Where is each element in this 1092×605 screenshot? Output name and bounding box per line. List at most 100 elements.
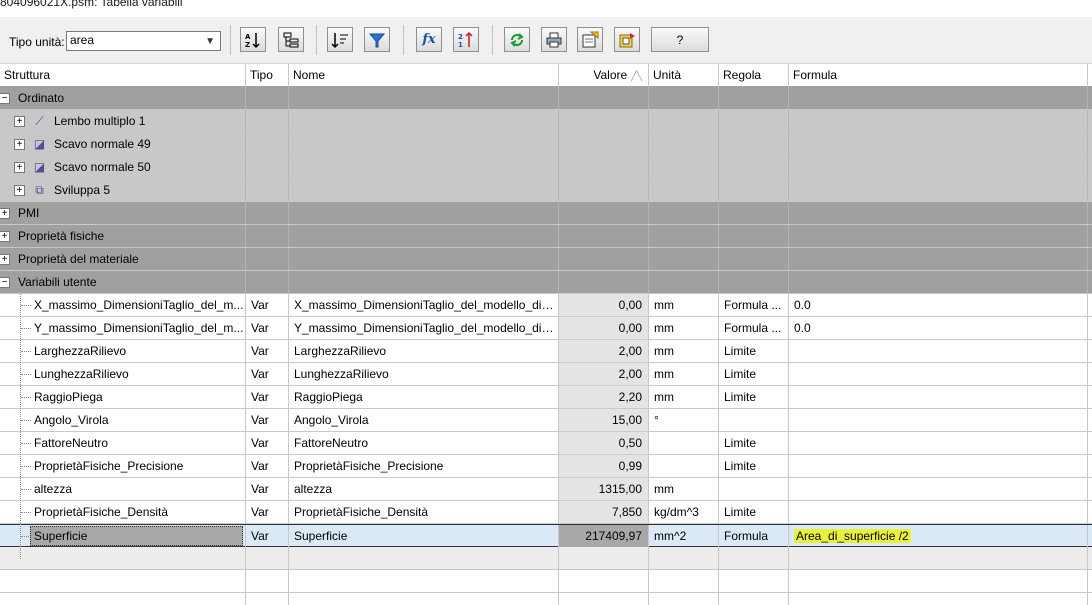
variable-row[interactable]: ProprietàFisiche_Precisione Var ProprietàF… <box>0 455 1092 478</box>
cell-valore[interactable]: 2,00 <box>559 340 649 362</box>
cell-formula[interactable]: 0.0 <box>789 294 1088 316</box>
cell-valore[interactable]: 0,99 <box>559 455 649 477</box>
variable-row[interactable]: X_massimo_DimensioniTaglio_del_m... Var X_… <box>0 294 1092 317</box>
variable-row[interactable]: altezza Var altezza 1315,00 mm <box>0 478 1092 501</box>
variable-row-selected[interactable]: Superficie Var Superficie 217409,97 mm^2 Form… <box>0 524 1092 547</box>
sort-order-button[interactable] <box>327 27 353 52</box>
cell-formula[interactable] <box>789 501 1088 523</box>
cell-unita[interactable]: mm^2 <box>649 525 719 547</box>
cell-regola[interactable]: Formula <box>719 525 789 547</box>
cell-nome[interactable]: altezza <box>289 478 559 500</box>
expand-icon[interactable]: + <box>14 139 25 150</box>
cell-formula[interactable] <box>789 432 1088 454</box>
cell-valore[interactable]: 1315,00 <box>559 478 649 500</box>
filter-button[interactable] <box>364 27 390 52</box>
column-header-regola[interactable]: Regola <box>719 64 789 87</box>
cell-unita[interactable]: ° <box>649 409 719 431</box>
variable-row[interactable]: ProprietàFisiche_Densità Var ProprietàFisi… <box>0 501 1092 524</box>
variable-row[interactable]: Y_massimo_DimensioniTaglio_del_m... Var Y_… <box>0 317 1092 340</box>
cell-unita[interactable] <box>649 455 719 477</box>
empty-row[interactable] <box>0 547 1092 570</box>
cell-regola[interactable]: Formula ... <box>719 317 789 339</box>
variable-row[interactable]: Angolo_Virola Var Angolo_Virola 15,00 ° <box>0 409 1092 432</box>
import-button[interactable] <box>614 27 640 52</box>
cell-unita[interactable]: mm <box>649 294 719 316</box>
category-row-pmi[interactable]: + PMI <box>0 202 1092 225</box>
variable-row[interactable]: RaggioPiega Var RaggioPiega 2,20 mm Limite <box>0 386 1092 409</box>
structure-view-button[interactable] <box>278 27 304 52</box>
cell-valore[interactable]: 15,00 <box>559 409 649 431</box>
empty-row[interactable] <box>0 570 1092 593</box>
help-button[interactable]: ? <box>651 27 709 52</box>
export-button[interactable] <box>577 27 603 52</box>
cell-regola[interactable]: Limite <box>719 455 789 477</box>
cell-regola[interactable]: Limite <box>719 363 789 385</box>
cell-nome[interactable]: FattoreNeutro <box>289 432 559 454</box>
variable-row[interactable]: LarghezzaRilievo Var LarghezzaRilievo 2,00 m… <box>0 340 1092 363</box>
sort-values-button[interactable]: 21 <box>453 27 479 52</box>
cell-valore[interactable]: 7,850 <box>559 501 649 523</box>
cell-nome[interactable]: Angolo_Virola <box>289 409 559 431</box>
cell-nome[interactable]: X_massimo_DimensioniTaglio_del_modello_d… <box>289 294 559 316</box>
cell-valore[interactable]: 0,00 <box>559 317 649 339</box>
category-row-proprieta-fisiche[interactable]: + Proprietà fisiche <box>0 225 1092 248</box>
cell-regola[interactable]: Limite <box>719 432 789 454</box>
variable-row[interactable]: LunghezzaRilievo Var LunghezzaRilievo 2,00 m… <box>0 363 1092 386</box>
cell-formula[interactable] <box>789 363 1088 385</box>
cell-formula[interactable] <box>789 386 1088 408</box>
formula-button[interactable]: fx <box>416 27 442 52</box>
expand-icon[interactable]: + <box>14 185 25 196</box>
cell-nome[interactable]: LarghezzaRilievo <box>289 340 559 362</box>
cell-valore[interactable]: 2,20 <box>559 386 649 408</box>
cell-formula[interactable] <box>789 455 1088 477</box>
category-row-proprieta-materiale[interactable]: + Proprietà del materiale <box>0 248 1092 271</box>
unit-type-select[interactable]: area ▼ <box>66 31 221 51</box>
cell-nome[interactable]: RaggioPiega <box>289 386 559 408</box>
cell-regola[interactable] <box>719 409 789 431</box>
cell-unita[interactable]: mm <box>649 340 719 362</box>
expand-icon[interactable]: + <box>0 208 10 219</box>
cell-formula[interactable] <box>789 340 1088 362</box>
column-header-nome[interactable]: Nome <box>289 64 559 87</box>
cell-valore[interactable]: 0,00 <box>559 294 649 316</box>
collapse-icon[interactable]: − <box>0 93 10 104</box>
cell-unita[interactable]: mm <box>649 478 719 500</box>
sort-button[interactable]: AZ <box>240 27 266 52</box>
cell-unita[interactable]: mm <box>649 317 719 339</box>
expand-icon[interactable]: + <box>0 231 10 242</box>
cell-valore[interactable]: 0,50 <box>559 432 649 454</box>
cell-nome[interactable]: ProprietàFisiche_Precisione <box>289 455 559 477</box>
refresh-button[interactable] <box>504 27 530 52</box>
cell-nome[interactable]: ProprietàFisiche_Densità <box>289 501 559 523</box>
collapse-icon[interactable]: − <box>0 277 10 288</box>
cell-regola[interactable]: Limite <box>719 501 789 523</box>
cell-nome[interactable]: LunghezzaRilievo <box>289 363 559 385</box>
cell-formula[interactable]: Area_di_superficie /2 <box>789 525 1088 547</box>
cell-regola[interactable] <box>719 478 789 500</box>
cell-formula[interactable] <box>789 409 1088 431</box>
cell-regola[interactable]: Limite <box>719 386 789 408</box>
print-button[interactable] <box>541 27 567 52</box>
cell-unita[interactable]: mm <box>649 386 719 408</box>
feature-row[interactable]: + ◪ Scavo normale 49 <box>0 133 1092 156</box>
cell-unita[interactable]: kg/dm^3 <box>649 501 719 523</box>
variable-row[interactable]: FattoreNeutro Var FattoreNeutro 0,50 Limite <box>0 432 1092 455</box>
column-header-valore[interactable]: Valore ╱╲ <box>559 64 649 87</box>
expand-icon[interactable]: + <box>14 162 25 173</box>
column-header-struttura[interactable]: Struttura <box>0 64 246 87</box>
cell-nome[interactable]: Superficie <box>289 525 559 547</box>
cell-unita[interactable] <box>649 432 719 454</box>
cell-valore[interactable]: 2,00 <box>559 363 649 385</box>
category-row-ordinato[interactable]: − Ordinato <box>0 87 1092 110</box>
column-header-formula[interactable]: Formula <box>789 64 1088 87</box>
feature-row[interactable]: + ◪ Scavo normale 50 <box>0 156 1092 179</box>
empty-row[interactable] <box>0 593 1092 605</box>
feature-row[interactable]: + ⧉ Sviluppa 5 <box>0 179 1092 202</box>
category-row-variabili-utente[interactable]: − Variabili utente <box>0 271 1092 294</box>
expand-icon[interactable]: + <box>14 116 25 127</box>
cell-regola[interactable]: Limite <box>719 340 789 362</box>
cell-nome[interactable]: Y_massimo_DimensioniTaglio_del_modello_d… <box>289 317 559 339</box>
cell-formula[interactable]: 0.0 <box>789 317 1088 339</box>
column-header-tipo[interactable]: Tipo <box>246 64 289 87</box>
column-header-unita[interactable]: Unità <box>649 64 719 87</box>
